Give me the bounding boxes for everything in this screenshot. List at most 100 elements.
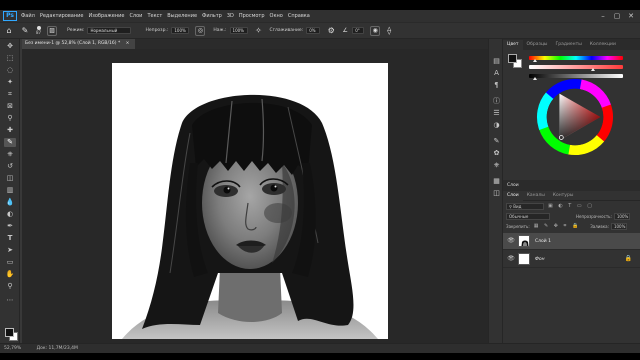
document-tab-bar: Без имени-1 @ 52,8% (Слой 1, RGB/16) * ×: [22, 39, 488, 49]
layer-opacity-field[interactable]: 100%: [613, 212, 630, 220]
smoothing-settings-icon[interactable]: ⚙: [326, 26, 336, 36]
type-tool-icon[interactable]: T: [4, 234, 16, 243]
move-tool-icon[interactable]: ✥: [4, 42, 16, 51]
paragraph-panel-icon[interactable]: ¶: [492, 81, 501, 90]
menu-file[interactable]: Файл: [21, 13, 35, 19]
layer-row-layer1[interactable]: 👁 Слой 1: [503, 233, 640, 250]
canvas-area[interactable]: [22, 49, 488, 343]
hue-slider-knob[interactable]: [533, 59, 537, 62]
opacity-field[interactable]: 100%: [171, 27, 190, 34]
document-info: Док: 11,7M/23,4M: [36, 346, 78, 351]
menu-type[interactable]: Текст: [147, 13, 162, 19]
layer-filter-icons[interactable]: ▣ ◐ T ▭ ▢: [548, 203, 594, 209]
history-brush-tool-icon[interactable]: ↺: [4, 162, 16, 171]
brush-tool-icon-active[interactable]: ✎: [4, 138, 16, 147]
libraries-panel-icon[interactable]: ▦: [492, 177, 501, 186]
menu-layer[interactable]: Слои: [129, 13, 142, 19]
brush-settings-panel-icon[interactable]: ✎: [492, 137, 501, 146]
restore-button[interactable]: ▢: [610, 11, 624, 21]
brush-tool-icon[interactable]: ✎: [20, 26, 30, 36]
flow-field[interactable]: 100%: [229, 27, 248, 34]
tab-gradients[interactable]: Градиенты: [552, 40, 586, 50]
close-tab-icon[interactable]: ×: [126, 41, 130, 46]
character-panel-icon[interactable]: A: [492, 69, 501, 78]
menu-image[interactable]: Изображение: [88, 13, 124, 19]
airbrush-icon[interactable]: ✧: [254, 26, 264, 36]
eraser-tool-icon[interactable]: ◫: [4, 174, 16, 183]
brush-preset-picker[interactable]: 87: [36, 26, 41, 35]
frame-tool-icon[interactable]: ⊠: [4, 102, 16, 111]
artboard-tool-icon[interactable]: ⬚: [4, 54, 16, 63]
tab-color[interactable]: Цвет: [503, 40, 523, 50]
blur-tool-icon[interactable]: 💧: [4, 198, 16, 207]
lock-icons[interactable]: ▦ ✎ ✥ ⌗ 🔒: [534, 223, 581, 229]
rectangle-tool-icon[interactable]: ▭: [4, 258, 16, 267]
layer-filter-select[interactable]: ⚲ Вид: [506, 202, 544, 210]
zoom-level[interactable]: 52,79%: [4, 346, 21, 351]
eye-icon[interactable]: 👁: [507, 255, 515, 263]
document-canvas[interactable]: [112, 63, 388, 339]
adjustments-panel-icon[interactable]: ◑: [492, 121, 501, 130]
info-panel-icon[interactable]: ⓘ: [492, 97, 501, 106]
color-panel-tabs: Цвет Образцы Градиенты Коллекции: [503, 39, 640, 50]
angle-field[interactable]: 0°: [352, 27, 365, 34]
menu-view[interactable]: Просмотр: [239, 13, 265, 19]
layer-row-background[interactable]: 👁 Фон 🔒: [503, 251, 640, 268]
menu-edit[interactable]: Редактирование: [40, 13, 84, 19]
color-wheel[interactable]: [536, 78, 614, 156]
path-select-tool-icon[interactable]: ➤: [4, 246, 16, 255]
clone-stamp-tool-icon[interactable]: ⎈: [4, 150, 16, 159]
saturation-slider[interactable]: [529, 65, 623, 71]
tab-paths[interactable]: Контуры: [549, 191, 578, 201]
saturation-slider-knob[interactable]: [591, 68, 595, 71]
minimize-button[interactable]: –: [596, 11, 610, 21]
symmetry-icon[interactable]: ⟠: [384, 26, 394, 36]
color-panel-swatches[interactable]: [508, 54, 522, 68]
smoothing-field[interactable]: 0%: [306, 27, 321, 34]
home-icon[interactable]: ⌂: [4, 26, 14, 36]
panel-foreground-swatch[interactable]: [508, 54, 517, 63]
menu-bar: Ps Файл Редактирование Изображение Слои …: [0, 10, 640, 22]
properties-panel-icon[interactable]: ☰: [492, 109, 501, 118]
tab-channels[interactable]: Каналы: [523, 191, 549, 201]
menu-3d[interactable]: 3D: [227, 13, 234, 19]
layer-name[interactable]: Слой 1: [535, 233, 551, 250]
hand-tool-icon[interactable]: ✋: [4, 270, 16, 279]
menu-help[interactable]: Справка: [288, 13, 310, 19]
tab-swatches[interactable]: Образцы: [523, 40, 552, 50]
healing-brush-tool-icon[interactable]: ✚: [4, 126, 16, 135]
foreground-color-swatch[interactable]: [5, 328, 14, 337]
panel-icon-strip: ▤ A ¶ ⓘ ☰ ◑ ✎ ✿ ⎈ ▦ ◫: [488, 39, 503, 343]
hue-slider[interactable]: [529, 56, 623, 62]
pressure-size-icon[interactable]: ◉: [370, 25, 381, 36]
quick-select-tool-icon[interactable]: ✦: [4, 78, 16, 87]
dodge-tool-icon[interactable]: ◐: [4, 210, 16, 219]
portrait-artwork: [112, 63, 388, 339]
menu-filter[interactable]: Фильтр: [202, 13, 222, 19]
history-panel-icon[interactable]: ▤: [492, 57, 501, 66]
mode-select[interactable]: Нормальный: [87, 27, 132, 34]
gradient-tool-icon[interactable]: ▥: [4, 186, 16, 195]
crop-tool-icon[interactable]: ⌗: [4, 90, 16, 99]
document-tab[interactable]: Без имени-1 @ 52,8% (Слой 1, RGB/16) * ×: [22, 39, 136, 49]
blend-mode-select[interactable]: Обычные: [506, 212, 550, 220]
eyedropper-tool-icon[interactable]: ⚲: [4, 114, 16, 123]
channels-panel-icon[interactable]: ◫: [492, 189, 501, 198]
tab-collections[interactable]: Коллекции: [586, 40, 620, 50]
tab-layers[interactable]: Слои: [503, 190, 523, 201]
menu-window[interactable]: Окно: [270, 13, 283, 19]
brushes-panel-icon[interactable]: ✿: [492, 149, 501, 158]
brush-settings-icon[interactable]: ▨: [47, 25, 58, 36]
clone-source-panel-icon[interactable]: ⎈: [492, 161, 501, 170]
close-window-button[interactable]: ✕: [624, 11, 638, 21]
pen-tool-icon[interactable]: ✒: [4, 222, 16, 231]
lasso-tool-icon[interactable]: ◌: [4, 66, 16, 75]
zoom-tool-icon[interactable]: ⚲: [4, 282, 16, 291]
layer-name[interactable]: Фон: [535, 251, 545, 268]
more-tools-icon[interactable]: ⋯: [4, 296, 16, 305]
layer-filter-label: Вид: [513, 203, 522, 209]
eye-icon[interactable]: 👁: [507, 237, 515, 245]
menu-select[interactable]: Выделение: [167, 13, 197, 19]
pressure-opacity-icon[interactable]: ◎: [195, 25, 206, 36]
fill-field[interactable]: 100%: [610, 222, 627, 230]
